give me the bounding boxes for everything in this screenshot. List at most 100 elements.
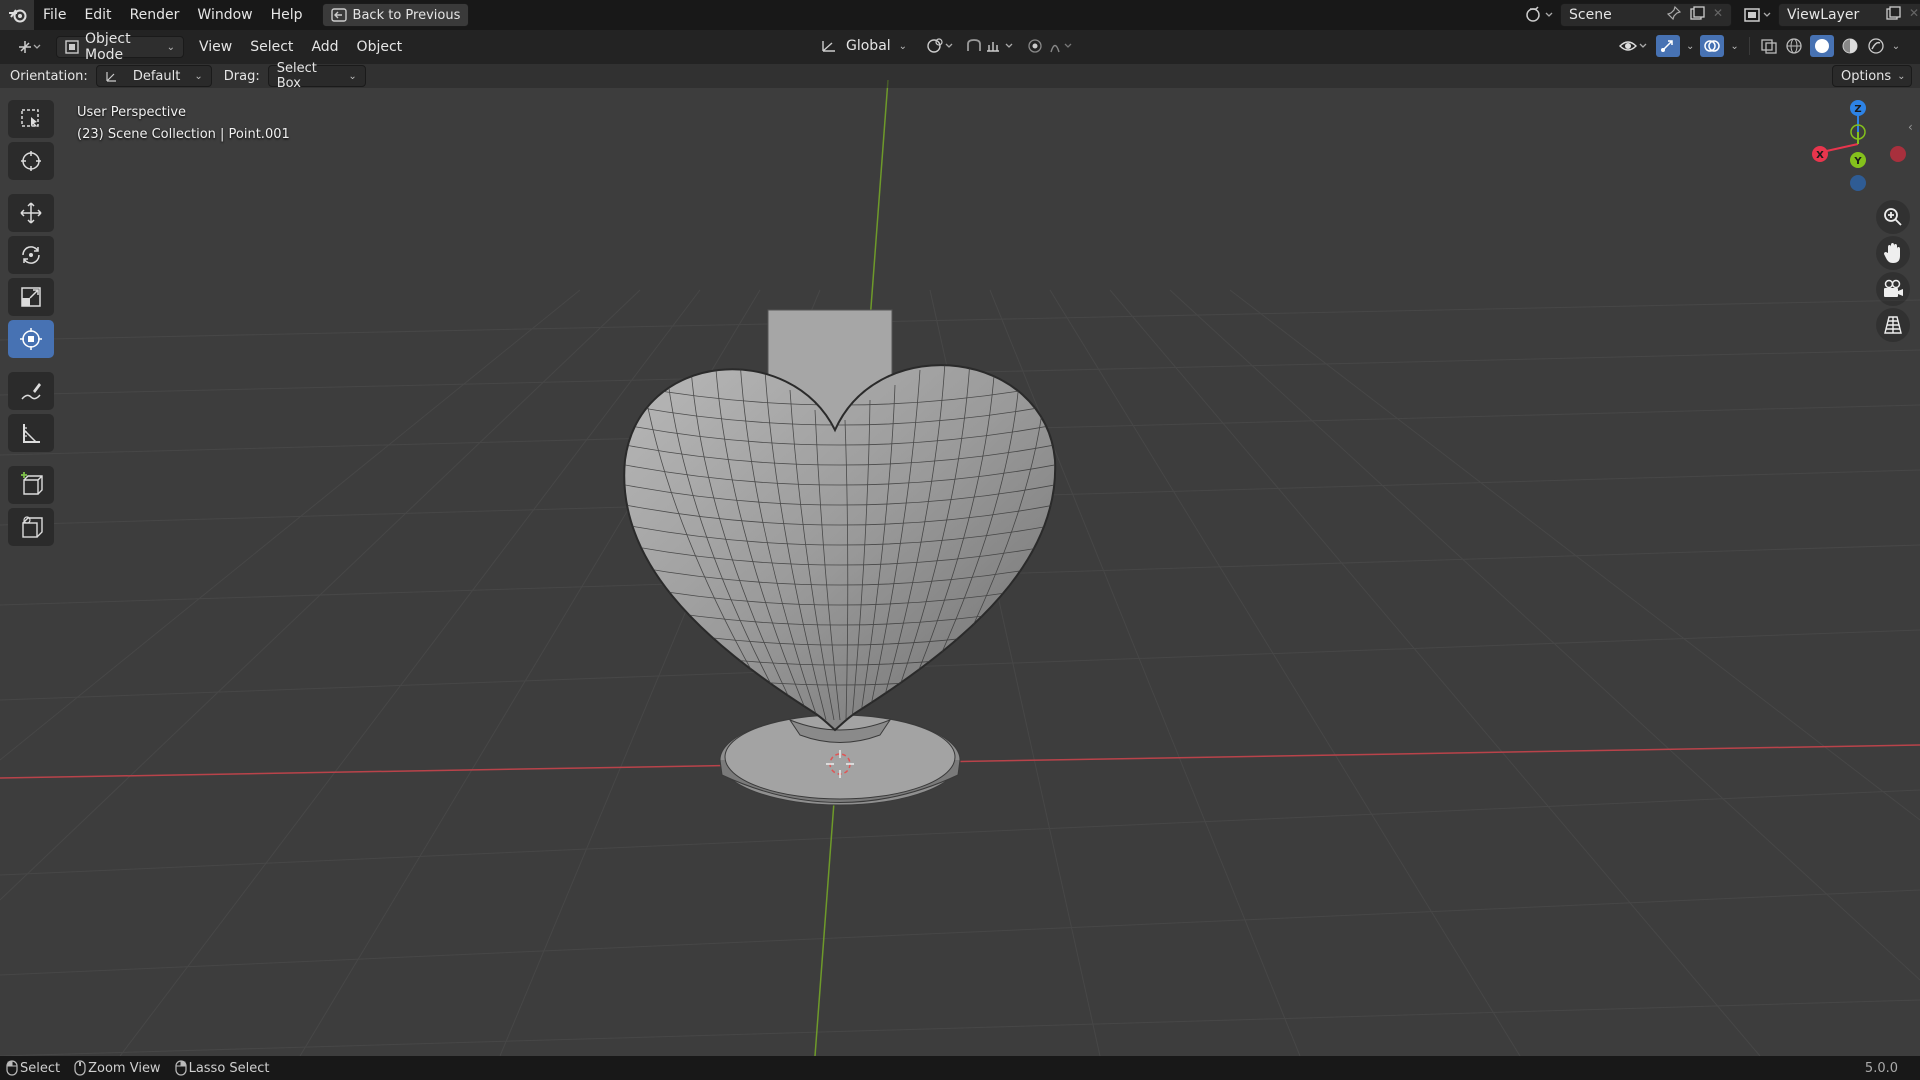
chevron-down-icon: ⌄ [348,70,357,82]
left-toolbar [8,100,56,546]
mouse-middle-icon [74,1060,86,1076]
transform-orientation-label: Global [846,38,891,54]
object-mode-icon [65,40,79,54]
back-to-previous-button[interactable]: Back to Previous [321,3,470,27]
blender-logo-icon[interactable] [0,0,34,30]
back-arrow-icon [330,8,347,22]
add-cube-icon [18,472,44,498]
annotate-tool[interactable] [8,372,54,410]
rotate-tool[interactable] [8,236,54,274]
cursor-tool[interactable] [8,142,54,180]
drag-selector[interactable]: Select Box ⌄ [267,61,366,91]
proportional-editing-icon[interactable] [1027,37,1077,55]
mouse-right-icon [174,1060,187,1076]
viewlayer-name: ViewLayer [1787,7,1860,23]
status-lasso-select: Lasso Select [188,1060,270,1076]
header-menu-object[interactable]: Object [348,30,412,64]
remove-viewlayer-icon[interactable]: ✕ [1909,6,1919,24]
menu-help[interactable]: Help [262,0,312,30]
rendered-shading-icon[interactable] [1866,36,1886,56]
mode-selector[interactable]: Object Mode ⌄ [56,31,184,63]
select-box-tool[interactable] [8,100,54,138]
viewlayer-selector[interactable]: ViewLayer ✕ [1778,3,1920,27]
solid-shading-icon[interactable] [1809,35,1834,57]
menu-render[interactable]: Render [121,0,189,30]
cursor-icon [19,149,43,173]
viewport-canvas [0,79,1920,1056]
zoom-icon [1883,207,1903,227]
scale-tool[interactable] [8,278,54,316]
move-tool[interactable] [8,194,54,232]
status-zoom-view: Zoom View [88,1060,161,1076]
chevron-down-icon[interactable]: ⌄ [1730,41,1738,52]
menu-window[interactable]: Window [188,0,261,30]
xray-toggle-icon[interactable] [1760,38,1778,54]
move-icon [19,201,43,225]
editor-type-button[interactable] [8,36,50,58]
gizmo-neg-x-axis [1890,146,1906,162]
orientation-selector[interactable]: Default ⌄ [95,65,212,87]
overlays-toggle-icon[interactable] [1700,35,1725,57]
add-object-tool[interactable] [8,508,54,546]
sidebar-toggle-icon[interactable]: ‹ [1908,120,1913,134]
visibility-icon[interactable] [1618,37,1650,55]
measure-icon [19,421,43,445]
header-menu-view[interactable]: View [190,30,241,64]
new-viewlayer-icon[interactable] [1885,6,1901,24]
add-cube-tool[interactable] [8,466,54,504]
3d-view-editor-icon [16,38,42,56]
pin-icon[interactable] [1666,5,1682,24]
header-menu-add[interactable]: Add [302,30,347,64]
scale-icon [19,285,43,309]
menu-file[interactable]: File [34,0,75,30]
status-bar: Select Zoom View Lasso Select 5.0.0 [0,1056,1920,1080]
top-menubar: File Edit Render Window Help Back to Pre… [0,0,1920,30]
rotate-icon [19,243,43,267]
new-scene-icon[interactable] [1689,6,1705,24]
measure-tool[interactable] [8,414,54,452]
transform-orientation-selector[interactable]: Global ⌄ [812,35,915,57]
remove-scene-icon[interactable]: ✕ [1713,6,1723,24]
gizmo-y-label: Y [1853,156,1862,167]
gizmo-x-label: X [1816,150,1824,161]
material-preview-shading-icon[interactable] [1840,36,1860,56]
chevron-down-icon: ⌄ [194,70,203,82]
gizmo-neg-z-axis [1850,175,1866,191]
viewport-info: User Perspective (23) Scene Collection |… [77,102,290,146]
orientation-label: Orientation: [10,68,88,84]
zoom-button[interactable] [1876,200,1910,234]
menu-edit[interactable]: Edit [75,0,120,30]
version-label: 5.0.0 [1864,1060,1898,1076]
mode-label: Object Mode [85,31,131,63]
chevron-down-icon[interactable]: ⌄ [1892,41,1900,52]
tool-settings-header: Orientation: Default ⌄ Drag: Select Box … [0,61,1920,91]
wireframe-shading-icon[interactable] [1784,36,1804,56]
3d-viewport[interactable]: Z X Y [0,64,1920,1056]
annotate-icon [19,379,43,403]
orientation-icon [820,38,838,54]
mouse-left-icon [6,1060,18,1076]
gizmo-toggle-icon[interactable] [1656,35,1680,57]
vase-base [719,714,961,806]
navigation-gizmo[interactable]: Z X Y [1790,94,1920,194]
hand-icon [1883,242,1903,264]
pan-button[interactable] [1876,236,1910,270]
gizmo-z-label: Z [1854,104,1861,115]
chevron-down-icon[interactable]: ⌄ [1686,41,1694,52]
viewport-header: Object Mode ⌄ View Select Add Object Glo… [0,30,1920,64]
pivot-point-icon[interactable] [925,37,955,55]
scene-icon[interactable] [1524,5,1554,25]
add-object-icon [18,514,44,540]
transform-tool[interactable] [8,320,54,358]
ortho-toggle-button[interactable] [1876,308,1910,342]
viewlayer-icon[interactable] [1742,5,1772,25]
camera-view-button[interactable] [1876,272,1910,306]
scene-name: Scene [1569,7,1612,23]
header-menu-select[interactable]: Select [241,30,302,64]
scene-selector[interactable]: Scene ✕ [1560,3,1732,27]
snap-icon[interactable] [965,37,1017,55]
drag-label: Drag: [223,68,260,84]
options-button[interactable]: Options ⌄ [1832,65,1912,87]
camera-icon [1882,279,1904,299]
status-select: Select [20,1060,61,1076]
